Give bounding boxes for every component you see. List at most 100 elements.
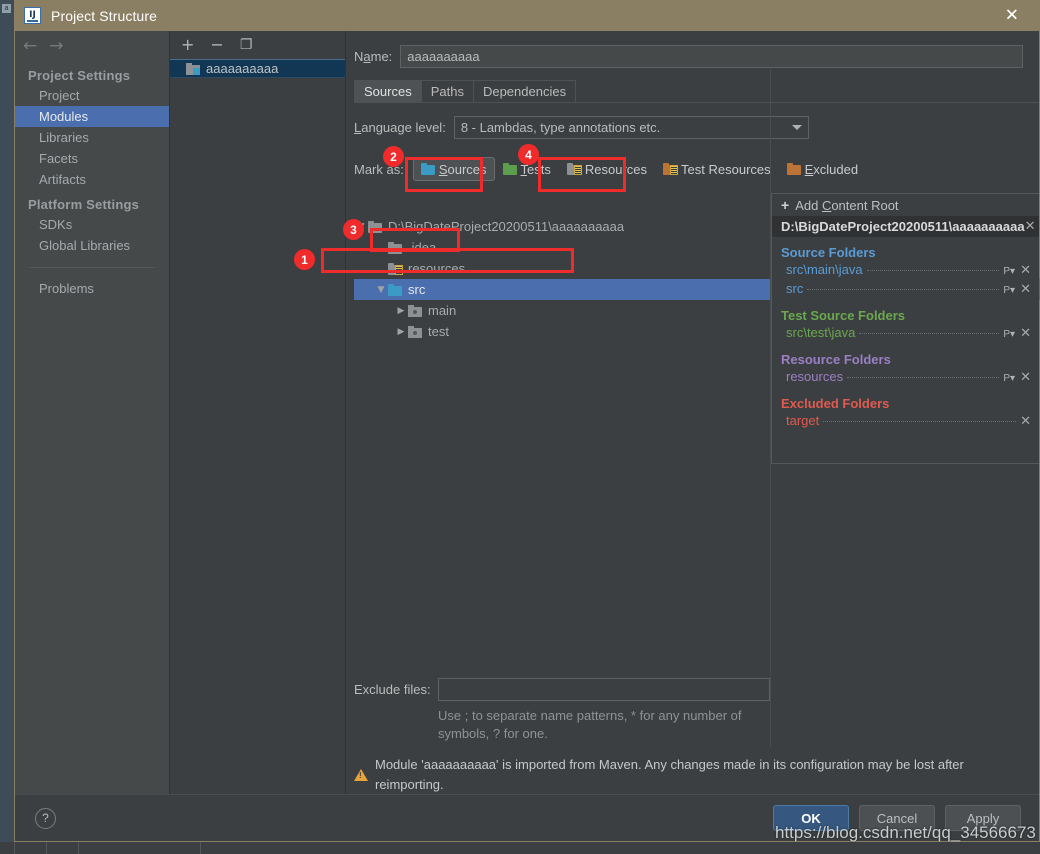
module-folder-icon [186, 62, 200, 75]
module-editor: Name: Sources Paths Dependencies Languag… [346, 31, 1040, 809]
exclude-files-label: Exclude files: [354, 682, 431, 697]
maven-warning-text: Module 'aaaaaaaaaa' is imported from Mav… [375, 757, 964, 792]
sidebar-item-project[interactable]: Project [15, 85, 169, 106]
sidebar-item-libraries[interactable]: Libraries [15, 127, 169, 148]
sidebar-group-project-settings: Project Settings [28, 68, 131, 83]
cancel-button[interactable]: Cancel [859, 805, 935, 831]
folder-properties-icon[interactable]: P▾ [1003, 329, 1015, 340]
source-folder-entry[interactable]: src P▾ ✕ [772, 281, 1039, 300]
folder-path: target [786, 413, 820, 428]
add-content-root-label: Add Content Root [795, 197, 899, 213]
settings-sidebar: ← → Project Settings Project Modules Lib… [15, 31, 170, 809]
module-name-input[interactable] [400, 45, 1023, 68]
help-button[interactable]: ? [35, 807, 56, 829]
mark-as-resources-button[interactable]: Resources [559, 157, 655, 181]
expand-twisty-icon[interactable]: ▼ [354, 222, 368, 232]
sidebar-group-platform-settings: Platform Settings [28, 197, 140, 212]
mark-as-sources-button[interactable]: Sources [412, 157, 495, 181]
test-source-folder-entry[interactable]: src\test\java P▾ ✕ [772, 325, 1039, 344]
mark-as-row: Mark as: Sources Tests Resources Test Re… [354, 157, 1039, 181]
excluded-folder-entry[interactable]: target ✕ [772, 413, 1039, 432]
sidebar-nav-arrows: ← → [15, 31, 169, 61]
remove-folder-icon[interactable]: ✕ [1020, 263, 1031, 278]
remove-folder-icon[interactable]: ✕ [1020, 326, 1031, 341]
resources-folder-icon [388, 262, 403, 275]
sidebar-item-modules[interactable]: Modules [15, 106, 169, 127]
exclude-files-row: Exclude files: [354, 678, 770, 701]
project-structure-dialog: IJ Project Structure ✕ ← → Project Setti… [14, 0, 1040, 842]
ok-button[interactable]: OK [773, 805, 849, 831]
remove-module-icon[interactable]: − [210, 37, 223, 53]
dot-leader [859, 333, 1000, 334]
folder-path: src\test\java [786, 325, 856, 340]
apply-button[interactable]: Apply [945, 805, 1021, 831]
mark-as-excluded-label: Excluded [804, 161, 859, 177]
module-tabs: Sources Paths Dependencies [354, 80, 1039, 103]
exclude-files-input[interactable] [437, 678, 770, 701]
tree-row[interactable]: ▶ main [354, 300, 769, 321]
sidebar-item-facets[interactable]: Facets [15, 148, 169, 169]
warning-icon [354, 769, 368, 781]
dot-leader [847, 377, 1000, 378]
tab-paths[interactable]: Paths [420, 80, 474, 103]
mark-as-excluded-button[interactable]: Excluded [779, 157, 866, 181]
tree-row[interactable]: ▼ D:\BigDateProject20200511\aaaaaaaaaa [354, 216, 769, 237]
resource-folder-entry[interactable]: resources P▾ ✕ [772, 369, 1039, 388]
close-icon[interactable]: ✕ [999, 5, 1025, 26]
tree-row[interactable]: resources [354, 258, 769, 279]
tree-row-label: test [428, 324, 449, 339]
back-arrow-icon[interactable]: ← [23, 37, 37, 55]
source-folder-entry[interactable]: src\main\java P▾ ✕ [772, 262, 1039, 281]
gray-folder-icon [388, 241, 402, 254]
add-module-icon[interactable]: + [181, 37, 194, 53]
folder-path: resources [786, 369, 844, 384]
taskbar [0, 842, 1040, 854]
tree-row-label: .idea [408, 240, 437, 255]
exclude-files-hint: Use ; to separate name patterns, * for a… [438, 708, 742, 741]
source-folders-heading: Source Folders [781, 245, 876, 260]
tab-sources[interactable]: Sources [354, 80, 422, 103]
module-list-item[interactable]: aaaaaaaaaa [170, 59, 345, 78]
tab-dependencies[interactable]: Dependencies [472, 80, 577, 103]
language-level-select[interactable]: 8 - Lambdas, type annotations etc. [453, 116, 809, 139]
resources-folder-icon [566, 163, 582, 175]
tree-row[interactable]: .idea [354, 237, 769, 258]
expand-twisty-icon[interactable]: ▶ [394, 306, 408, 316]
folder-path: src [786, 281, 804, 296]
add-content-root-button[interactable]: + Add Content Root [772, 194, 1039, 216]
sidebar-item-sdks[interactable]: SDKs [15, 214, 169, 235]
dialog-body: ← → Project Settings Project Modules Lib… [15, 31, 1040, 809]
remove-folder-icon[interactable]: ✕ [1020, 370, 1031, 385]
sidebar-item-global-libraries[interactable]: Global Libraries [15, 235, 169, 256]
remove-folder-icon[interactable]: ✕ [1020, 282, 1031, 297]
excluded-folder-icon [786, 163, 801, 175]
sidebar-item-problems[interactable]: Problems [15, 278, 169, 299]
tree-row-label: D:\BigDateProject20200511\aaaaaaaaaa [388, 219, 625, 234]
sources-folder-icon [388, 283, 402, 296]
tree-row[interactable]: ▶ test [354, 321, 769, 342]
folder-properties-icon[interactable]: P▾ [1003, 266, 1015, 277]
remove-folder-icon[interactable]: ✕ [1020, 414, 1031, 429]
forward-arrow-icon[interactable]: → [49, 37, 63, 55]
folder-properties-icon[interactable]: P▾ [1003, 285, 1015, 296]
folder-properties-icon[interactable]: P▾ [1003, 373, 1015, 384]
remove-content-root-icon[interactable]: ✕ [1025, 219, 1036, 234]
intellij-idea-icon: IJ [24, 7, 41, 24]
dot-leader [866, 270, 1000, 271]
dialog-footer: ? OK Cancel Apply [15, 794, 1039, 841]
chevron-down-icon [792, 125, 802, 130]
sidebar-divider [29, 267, 155, 268]
mark-as-tests-button[interactable]: Tests [495, 157, 559, 181]
desktop-left-strip: a [0, 0, 14, 854]
sidebar-item-artifacts[interactable]: Artifacts [15, 169, 169, 190]
expand-twisty-icon[interactable]: ▶ [394, 327, 408, 337]
mark-as-test-resources-button[interactable]: Test Resources [655, 157, 779, 181]
content-root-path: D:\BigDateProject20200511\aaaaaaaaaa [781, 219, 1025, 234]
copy-module-icon[interactable]: ❐ [240, 38, 253, 52]
desktop-icon: a [2, 4, 11, 13]
resource-folders-heading: Resource Folders [781, 352, 891, 367]
mark-as-label: Mark as: [354, 161, 404, 177]
module-name-label: Name: [354, 49, 393, 64]
expand-twisty-icon[interactable]: ▼ [374, 285, 388, 295]
content-roots-panel: + Add Content Root D:\BigDateProject2020… [771, 193, 1039, 464]
